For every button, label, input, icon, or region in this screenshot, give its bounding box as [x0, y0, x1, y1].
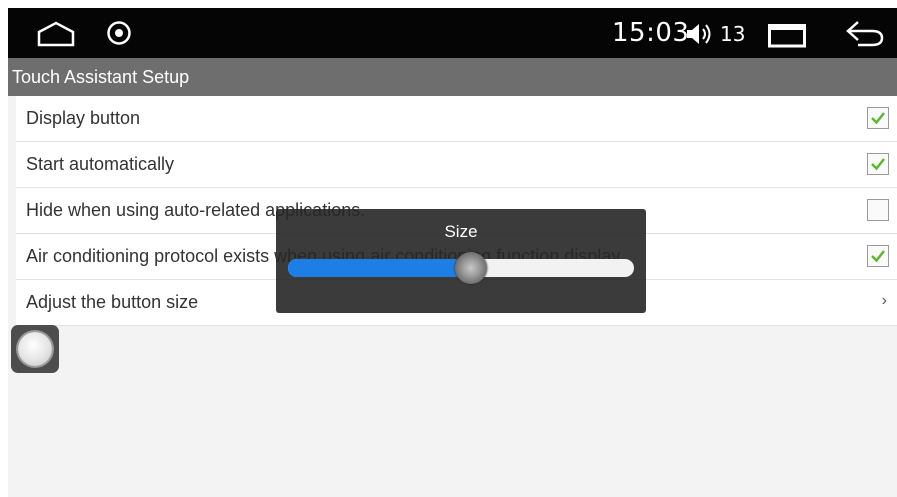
recent-apps-icon[interactable] [766, 22, 808, 48]
size-slider[interactable] [288, 252, 634, 284]
slider-fill [288, 259, 472, 277]
assistive-touch-icon [18, 332, 52, 366]
chevron-right-icon: › [881, 292, 887, 309]
volume-level: 13 [720, 22, 746, 46]
setting-display-button[interactable]: Display button [16, 96, 897, 142]
display-button-checkbox[interactable] [867, 107, 889, 129]
disc-icon[interactable] [106, 20, 132, 46]
slider-thumb[interactable] [455, 252, 488, 284]
setting-label: Start automatically [26, 154, 175, 174]
volume-icon[interactable] [684, 20, 714, 48]
assistive-touch-button[interactable] [11, 325, 59, 373]
page-title: Touch Assistant Setup [12, 67, 190, 87]
air-conditioning-checkbox[interactable] [867, 245, 889, 267]
dialog-title: Size [444, 222, 478, 241]
size-dialog: Size [276, 209, 646, 313]
setting-label: Display button [26, 108, 141, 128]
title-bar: Touch Assistant Setup [8, 58, 897, 96]
clock: 15:03 [612, 18, 690, 48]
back-icon[interactable] [844, 18, 886, 48]
status-bar: 15:03 13 [8, 8, 897, 58]
setting-start-automatically[interactable]: Start automatically [16, 142, 897, 188]
setting-label: Adjust the button size [26, 292, 199, 312]
screen: 15:03 13 Touch Assistant Setup Display b… [8, 8, 897, 497]
home-icon[interactable] [36, 21, 76, 47]
hide-auto-related-checkbox[interactable] [867, 199, 889, 221]
start-automatically-checkbox[interactable] [867, 153, 889, 175]
